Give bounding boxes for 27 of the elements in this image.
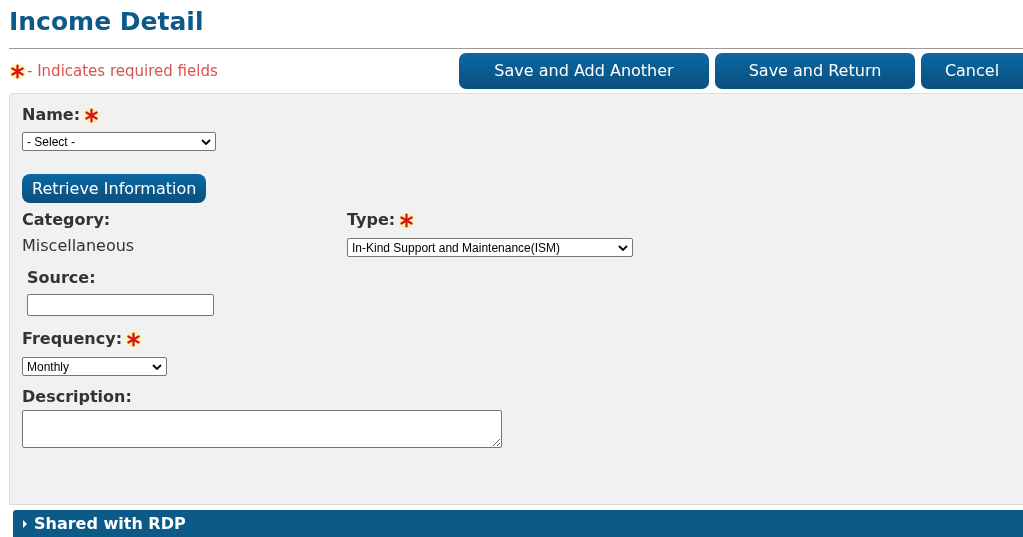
expand-triangle-icon [22, 519, 28, 528]
field-label: Name: [22, 104, 81, 126]
field-label: Source: [27, 267, 96, 289]
retrieve-information-button[interactable]: Retrieve Information [22, 174, 207, 203]
section-header[interactable]: Shared with RDP [13, 510, 1023, 537]
required-legend: - Indicates required fields [27, 59, 218, 83]
chevron-down-icon [152, 363, 162, 370]
select-dropdown[interactable]: - Select - [22, 132, 216, 151]
chevron-down-icon [618, 244, 628, 251]
category-value: Miscellaneous [22, 235, 135, 257]
page-title: Income Detail [9, 6, 204, 38]
action-button[interactable]: Save and Add Another [459, 53, 709, 89]
select-dropdown[interactable]: Monthly [22, 357, 167, 376]
source-input-field[interactable] [27, 294, 214, 316]
field-label: Frequency: [22, 328, 123, 350]
required-asterisk-icon [9, 62, 26, 80]
select-dropdown[interactable]: In-Kind Support and Maintenance(ISM) [347, 238, 633, 257]
action-button[interactable]: Cancel [921, 53, 1023, 89]
action-button[interactable]: Save and Return [715, 53, 915, 89]
required-asterisk-icon [83, 106, 101, 124]
field-label: Description: [22, 386, 132, 408]
field-label: Category: [22, 209, 111, 231]
required-asterisk-icon [125, 330, 143, 348]
required-asterisk-icon [398, 211, 416, 229]
description-text-area[interactable] [22, 410, 502, 448]
field-label: Type: [347, 209, 396, 231]
chevron-down-icon [201, 138, 211, 145]
